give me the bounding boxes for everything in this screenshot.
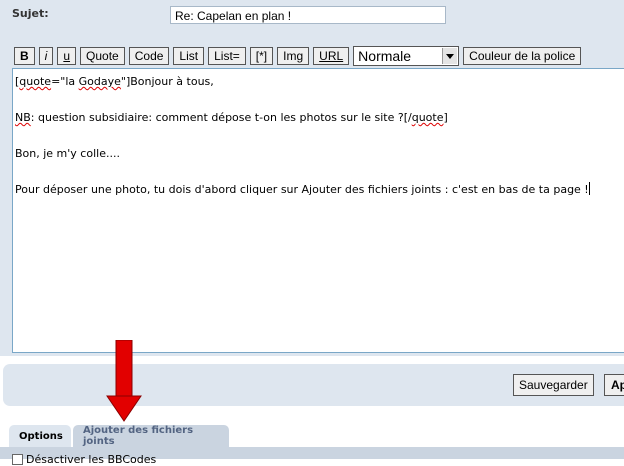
save-draft-button[interactable]: Sauvegarder xyxy=(513,374,594,396)
bold-button[interactable]: B xyxy=(14,47,35,65)
bbcode-toolbar: B i u Quote Code List List= [*] Img URL … xyxy=(14,46,582,66)
disable-bbcode-checkbox[interactable] xyxy=(12,454,23,465)
list-button[interactable]: List xyxy=(173,47,205,65)
disable-bbcode-label: Désactiver les BBCodes xyxy=(26,453,157,466)
list-item-button[interactable]: [*] xyxy=(249,47,274,65)
message-line: Bon, je m'y colle.... xyxy=(15,147,120,160)
font-size-select[interactable]: Normale xyxy=(353,46,460,66)
down-arrow-icon xyxy=(106,340,142,422)
message-line-blank xyxy=(15,127,622,145)
image-button[interactable]: Img xyxy=(277,47,310,65)
message-line: Pour déposer une photo, tu dois d'abord … xyxy=(15,182,590,196)
message-line: NB: question subsidiaire: comment dépose… xyxy=(15,111,448,124)
disable-bbcode-option[interactable]: Désactiver les BBCodes xyxy=(12,453,156,466)
message-line-blank xyxy=(15,163,622,181)
font-color-button[interactable]: Couleur de la police xyxy=(463,47,582,65)
tab-options[interactable]: Options xyxy=(9,425,71,447)
message-textarea[interactable]: [quote="la Godaye"]Bonjour à tous, NB: q… xyxy=(12,68,624,353)
subject-label: Sujet: xyxy=(12,7,49,20)
underline-button[interactable]: u xyxy=(57,47,77,65)
italic-button[interactable]: i xyxy=(38,47,54,65)
message-line-blank xyxy=(15,91,622,109)
tab-attachments[interactable]: Ajouter des fichiers joints xyxy=(73,425,229,447)
ordered-list-button[interactable]: List= xyxy=(208,47,246,65)
chevron-down-icon[interactable] xyxy=(442,48,458,64)
text-caret xyxy=(588,182,590,195)
preview-button[interactable]: Ap xyxy=(604,374,624,396)
code-button[interactable]: Code xyxy=(128,47,170,65)
url-button[interactable]: URL xyxy=(313,47,350,65)
font-size-value: Normale xyxy=(358,48,412,64)
quote-button[interactable]: Quote xyxy=(80,47,125,65)
subject-input[interactable]: Re: Capelan en plan ! xyxy=(170,6,446,24)
message-line: [quote="la Godaye"]Bonjour à tous, xyxy=(15,75,214,88)
